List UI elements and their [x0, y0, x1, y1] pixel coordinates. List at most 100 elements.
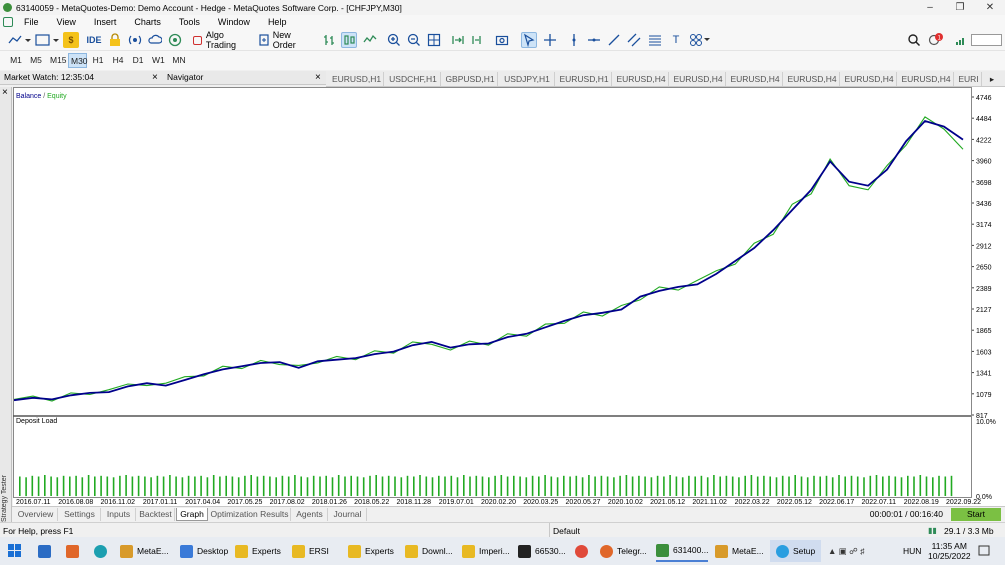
- tray-icons[interactable]: ▲ ▣ ☍ ♯: [828, 540, 864, 562]
- chart-tab[interactable]: EURUSD,H4: [728, 72, 783, 86]
- template-dropdown[interactable]: [34, 32, 60, 48]
- market-watch-close-icon[interactable]: ×: [152, 72, 158, 83]
- taskbar-app-metaeditor-2[interactable]: MetaE...: [715, 540, 764, 562]
- timeframe-h1[interactable]: H1: [90, 53, 106, 68]
- new-order-button[interactable]: New Order: [259, 30, 315, 50]
- horizontal-line-icon[interactable]: [586, 32, 602, 48]
- taskbar-clock[interactable]: 11:35 AM 10/25/2022: [928, 540, 971, 562]
- chart-tab[interactable]: EURUSD,H4: [614, 72, 669, 86]
- chart-tab[interactable]: EURUSD,H4: [899, 72, 954, 86]
- menu-window[interactable]: Window: [209, 17, 259, 27]
- timeframe-m15[interactable]: M15: [48, 53, 67, 68]
- tab-overview[interactable]: Overview: [14, 508, 58, 521]
- menu-charts[interactable]: Charts: [125, 17, 170, 27]
- keyboard-language[interactable]: HUN: [903, 540, 921, 562]
- chart-tab[interactable]: EURUSD,H4: [785, 72, 840, 86]
- menu-app-icon[interactable]: [3, 17, 13, 27]
- taskbar-app-setup[interactable]: Setup: [770, 540, 822, 562]
- mail-icon[interactable]: [38, 540, 55, 562]
- chart-tab[interactable]: EURUSD,H4: [671, 72, 726, 86]
- menu-insert[interactable]: Insert: [85, 17, 126, 27]
- deposit-load-bar: [31, 475, 34, 497]
- menu-file[interactable]: File: [15, 17, 48, 27]
- taskbar-app-ersi[interactable]: ERSI: [292, 540, 329, 562]
- community-icon[interactable]: [167, 32, 183, 48]
- edge-icon[interactable]: [94, 540, 111, 562]
- bar-chart-icon[interactable]: [321, 32, 337, 48]
- timeframe-h4[interactable]: H4: [110, 53, 126, 68]
- account-search-input[interactable]: [971, 34, 1002, 46]
- text-tool-icon[interactable]: T: [668, 32, 684, 48]
- chart-type-dropdown[interactable]: [6, 32, 32, 48]
- restore-button[interactable]: ❐: [945, 0, 975, 15]
- trend-line-icon[interactable]: [606, 32, 622, 48]
- timeframe-d1[interactable]: D1: [130, 53, 146, 68]
- zoom-in-icon[interactable]: [386, 32, 402, 48]
- menu-view[interactable]: View: [48, 17, 85, 27]
- taskbar-app-experts[interactable]: Experts: [235, 540, 281, 562]
- timeframe-m1[interactable]: M1: [8, 53, 24, 68]
- close-window-button[interactable]: ✕: [975, 0, 1005, 15]
- media-player-icon[interactable]: [66, 540, 83, 562]
- timeframe-w1[interactable]: W1: [150, 53, 166, 68]
- grid-icon[interactable]: [426, 32, 442, 48]
- taskbar-app-metaeditor[interactable]: MetaE...: [120, 540, 169, 562]
- auto-scroll-icon[interactable]: [450, 32, 466, 48]
- chart-tab[interactable]: GBPUSD,H1: [443, 72, 498, 86]
- tabs-scroll-right-icon[interactable]: ▸: [986, 72, 998, 86]
- crosshair-icon[interactable]: [542, 32, 558, 48]
- lock-icon[interactable]: [107, 32, 123, 48]
- menu-tools[interactable]: Tools: [170, 17, 209, 27]
- minimize-button[interactable]: –: [915, 0, 945, 15]
- fibonacci-icon[interactable]: [647, 32, 663, 48]
- chart-tab[interactable]: USDJPY,H1: [500, 72, 555, 86]
- chart-tab[interactable]: EURUSD,H4: [842, 72, 897, 86]
- notifications-icon[interactable]: 1: [928, 32, 944, 48]
- signals-icon[interactable]: [127, 32, 143, 48]
- channel-icon[interactable]: [626, 32, 642, 48]
- screenshot-icon[interactable]: [494, 32, 510, 48]
- timeframe-mn[interactable]: MN: [170, 53, 188, 68]
- vertical-line-icon[interactable]: [566, 32, 582, 48]
- chart-shift-icon[interactable]: [470, 32, 486, 48]
- windows-start-icon[interactable]: [8, 540, 28, 562]
- chart-tab[interactable]: USDCHF,H1: [386, 72, 441, 86]
- tab-graph[interactable]: Graph: [176, 508, 208, 521]
- tab-optimization-results[interactable]: Optimization Results: [209, 508, 291, 521]
- chart-tab[interactable]: EURUSD,H1: [557, 72, 612, 86]
- taskbar-app-desktop[interactable]: Desktop: [180, 540, 228, 562]
- timeframe-m30[interactable]: M30: [68, 53, 88, 68]
- ide-button[interactable]: IDE: [84, 32, 104, 48]
- deposit-load-bar: [625, 475, 628, 496]
- candlestick-icon[interactable]: [341, 32, 357, 48]
- taskbar-app-imperi[interactable]: Imperi...: [462, 540, 510, 562]
- taskbar-app-telegram[interactable]: Telegr...: [600, 540, 647, 562]
- taskbar-app-66530[interactable]: 66530...: [518, 540, 566, 562]
- signal-strength-icon[interactable]: [953, 32, 969, 48]
- taskbar-app-metatrader[interactable]: 631400...: [656, 540, 709, 562]
- taskbar-app-experts-2[interactable]: Experts: [348, 540, 394, 562]
- market-icon[interactable]: $: [63, 32, 79, 48]
- notification-center-icon[interactable]: [978, 540, 990, 562]
- tab-journal[interactable]: Journal: [329, 508, 367, 521]
- line-icon[interactable]: [362, 32, 378, 48]
- chart-tab[interactable]: EURI: [956, 72, 982, 86]
- chart-tab[interactable]: EURUSD,H1: [330, 72, 384, 86]
- tab-settings[interactable]: Settings: [59, 508, 101, 521]
- chrome-icon[interactable]: [575, 540, 592, 562]
- shapes-dropdown[interactable]: [688, 32, 712, 48]
- search-icon[interactable]: [906, 32, 922, 48]
- vps-cloud-icon[interactable]: [147, 32, 163, 48]
- tab-backtest[interactable]: Backtest: [137, 508, 175, 521]
- start-button[interactable]: Start: [951, 508, 1001, 521]
- algo-trading-button[interactable]: Algo Trading: [193, 30, 255, 50]
- menu-help[interactable]: Help: [259, 17, 296, 27]
- timeframe-m5[interactable]: M5: [28, 53, 44, 68]
- navigator-close-icon[interactable]: ×: [315, 72, 321, 83]
- tab-inputs[interactable]: Inputs: [102, 508, 136, 521]
- taskbar-app-downloads[interactable]: Downl...: [405, 540, 453, 562]
- cursor-icon[interactable]: [521, 32, 537, 48]
- tester-close-icon[interactable]: ×: [2, 87, 8, 98]
- tab-agents[interactable]: Agents: [292, 508, 328, 521]
- zoom-out-icon[interactable]: [406, 32, 422, 48]
